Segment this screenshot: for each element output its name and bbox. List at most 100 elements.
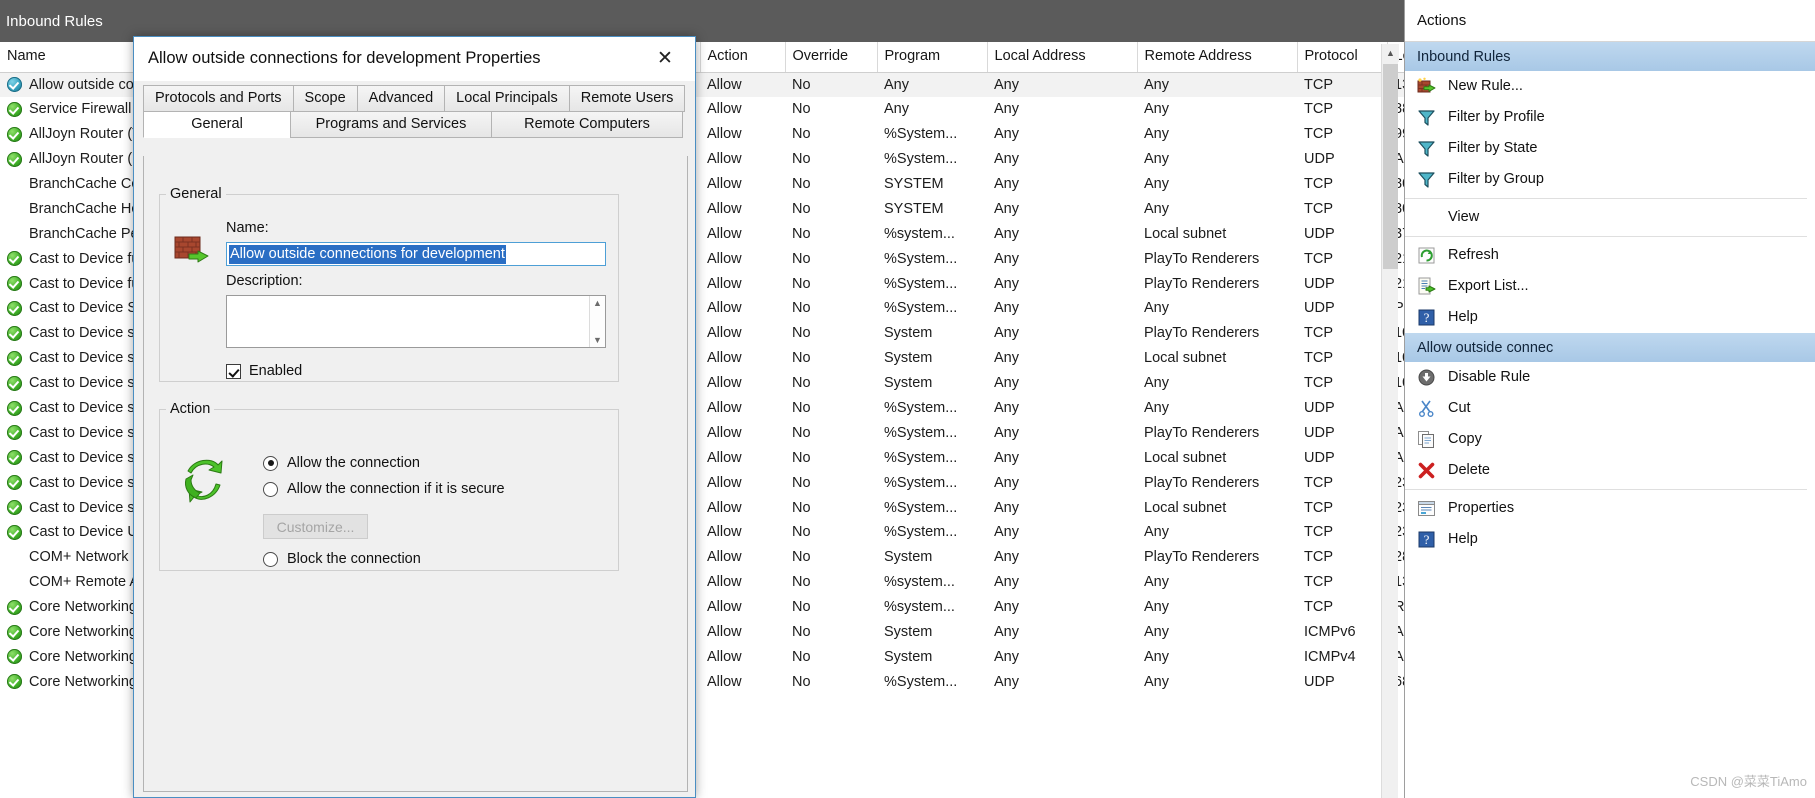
cell-local-address: Any (994, 400, 1019, 417)
description-scrollbar[interactable]: ▲ ▼ (589, 296, 605, 347)
action-item-help[interactable]: ? Help (1405, 302, 1815, 333)
cell-protocol: TCP (1304, 549, 1333, 566)
tab-programs-and-services[interactable]: Programs and Services (290, 111, 492, 138)
rule-name-text: Core Networking (29, 648, 137, 665)
name-input-value: Allow outside connections for developmen… (229, 244, 506, 264)
cell-protocol: TCP (1304, 375, 1333, 392)
cell-remote-address: PlayTo Renderers (1144, 424, 1260, 441)
enabled-checkbox[interactable] (226, 363, 241, 379)
tab-advanced[interactable]: Advanced (356, 85, 446, 112)
help-icon: ? (1417, 308, 1436, 327)
cell-action: Allow (707, 225, 742, 242)
action-item-refresh[interactable]: Refresh (1405, 240, 1815, 271)
rule-name-text: Core Networking (29, 599, 137, 616)
cell-remote-address: Any (1144, 126, 1169, 143)
cell-action: Allow (707, 151, 742, 168)
new-rule-icon (1417, 77, 1436, 96)
action-item-help[interactable]: ? Help (1405, 524, 1815, 555)
col-header-action[interactable]: Action (700, 42, 786, 73)
desc-scroll-up-icon[interactable]: ▲ (593, 298, 602, 308)
radio-allow-if-secure-indicator[interactable] (263, 481, 278, 497)
rule-name-text: Cast to Device fu (29, 250, 140, 267)
tab-remote-users[interactable]: Remote Users (568, 85, 686, 112)
name-field-label: Name: (226, 220, 269, 236)
radio-block-connection-indicator[interactable] (263, 551, 278, 567)
cell-local-address: Any (994, 101, 1019, 118)
cell-program: %System... (884, 126, 958, 143)
cell-action: Allow (707, 250, 742, 267)
cell-local-address: Any (994, 648, 1019, 665)
radio-allow-if-secure[interactable]: Allow the connection if it is secure (263, 481, 505, 497)
cell-override: No (792, 151, 811, 168)
cell-remote-address: PlayTo Renderers (1144, 474, 1260, 491)
cell-override: No (792, 225, 811, 242)
cell-protocol: UDP (1304, 400, 1335, 417)
action-item-copy[interactable]: Copy (1405, 424, 1815, 455)
rule-name-text: BranchCache Ho (29, 200, 140, 217)
tab-protocols-and-ports[interactable]: Protocols and Ports (143, 85, 294, 112)
cell-local-address: Any (994, 524, 1019, 541)
rule-no-status-icon (7, 177, 22, 192)
rules-list-scrollbar[interactable]: ▲ (1381, 44, 1399, 798)
cell-local-address: Any (994, 449, 1019, 466)
cell-action: Allow (707, 574, 742, 591)
cell-remote-address: Any (1144, 624, 1169, 641)
action-item-delete[interactable]: Delete (1405, 455, 1815, 486)
action-item-export-list[interactable]: Export List... (1405, 271, 1815, 302)
actions-pane-title: Actions (1405, 0, 1815, 42)
watermark: CSDN @菜菜TiAmo (1690, 774, 1807, 789)
col-header-program[interactable]: Program (877, 42, 988, 73)
col-header-remote-address[interactable]: Remote Address (1137, 42, 1298, 73)
action-item-view[interactable]: View (1405, 202, 1815, 233)
cell-protocol: TCP (1304, 126, 1333, 143)
general-groupbox-legend: General (170, 186, 222, 202)
tab-general[interactable]: General (143, 111, 291, 138)
cell-program: System (884, 375, 933, 392)
action-item-filter-by-group[interactable]: Filter by Group (1405, 164, 1815, 195)
cell-override: No (785, 72, 877, 97)
action-item-new-rule[interactable]: New Rule... (1405, 71, 1815, 102)
scroll-up-arrow-icon[interactable]: ▲ (1382, 44, 1399, 62)
cell-remote-address: Local subnet (1144, 225, 1227, 242)
rule-name-text: Allow outside co (29, 76, 134, 93)
cell-remote-address: Any (1137, 72, 1297, 97)
cell-remote-address: Any (1144, 300, 1169, 317)
tab-scope[interactable]: Scope (292, 85, 358, 112)
description-textarea[interactable]: ▲ ▼ (226, 295, 606, 348)
cell-action: Allow (707, 549, 742, 566)
close-icon[interactable]: ✕ (643, 44, 687, 74)
rule-enabled-check-icon (7, 251, 22, 267)
action-item-disable-rule[interactable]: Disable Rule (1405, 362, 1815, 393)
radio-block-connection[interactable]: Block the connection (263, 551, 421, 567)
cell-action: Allow (707, 624, 742, 641)
description-field-label: Description: (226, 273, 303, 289)
scrollbar-thumb[interactable] (1383, 64, 1398, 269)
col-header-local-address[interactable]: Local Address (987, 42, 1138, 73)
tab-remote-computers[interactable]: Remote Computers (491, 111, 683, 138)
radio-allow-connection-indicator[interactable] (263, 455, 278, 471)
col-header-protocol[interactable]: Protocol (1297, 42, 1388, 73)
rule-enabled-check-icon (7, 375, 22, 391)
tab-local-principals[interactable]: Local Principals (444, 85, 570, 112)
action-item-filter-by-profile[interactable]: Filter by Profile (1405, 102, 1815, 133)
action-item-properties[interactable]: Properties (1405, 493, 1815, 524)
cell-program: System (884, 350, 933, 367)
action-item-cut[interactable]: Cut (1405, 393, 1815, 424)
col-header-override[interactable]: Override (785, 42, 878, 73)
action-groupbox: Action Allow the connection Allow the co (159, 401, 619, 571)
desc-scroll-down-icon[interactable]: ▼ (593, 335, 602, 345)
cell-override: No (792, 350, 811, 367)
action-item-label: Export List... (1448, 278, 1529, 295)
action-item-filter-by-state[interactable]: Filter by State (1405, 133, 1815, 164)
cell-remote-address: PlayTo Renderers (1144, 549, 1260, 566)
radio-allow-connection[interactable]: Allow the connection (263, 455, 420, 471)
copy-icon (1417, 430, 1436, 449)
cell-local-address: Any (994, 474, 1019, 491)
name-input[interactable]: Allow outside connections for developmen… (226, 242, 606, 266)
cell-action: Allow (707, 176, 742, 192)
cell-program: %System... (884, 424, 958, 441)
enabled-checkbox-row[interactable]: Enabled (226, 363, 302, 379)
cell-protocol: TCP (1304, 499, 1333, 516)
rule-name-text: Cast to Device st (29, 400, 139, 417)
rule-name-text: COM+ Remote A (29, 574, 139, 591)
